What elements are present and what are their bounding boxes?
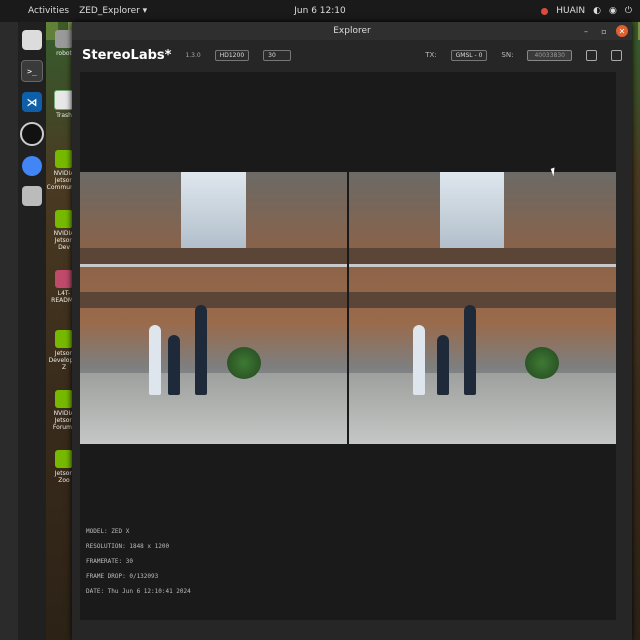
stereo-view	[80, 172, 616, 444]
top-bar: Activities ZED_Explorer ▾ Jun 6 12:10 HU…	[0, 0, 640, 22]
nvidia-icon	[55, 390, 73, 408]
dock: >_ ⋊	[18, 22, 46, 640]
home-folder-icon	[55, 30, 73, 48]
network-icon[interactable]: ◐	[593, 6, 601, 16]
person	[413, 325, 426, 396]
chromium-icon[interactable]	[22, 156, 42, 176]
files-icon[interactable]	[22, 30, 42, 50]
resolution-select[interactable]: HD1200	[214, 49, 250, 61]
camera-info: MODEL: ZED X RESOLUTION: 1848 x 1200 FRA…	[86, 524, 191, 599]
maximize-icon[interactable]: ▫	[598, 25, 610, 37]
person	[194, 305, 207, 396]
brand-logo: StereoLabs*	[82, 47, 172, 63]
vscode-icon[interactable]: ⋊	[22, 92, 42, 112]
left-camera-image	[80, 172, 347, 444]
sn-label: SN:	[501, 51, 514, 59]
app-menu[interactable]: ZED_Explorer ▾	[79, 6, 147, 16]
nvidia-icon	[55, 450, 73, 468]
volume-icon[interactable]: ◉	[609, 6, 617, 16]
window-titlebar[interactable]: Explorer – ▫ ✕	[72, 22, 632, 40]
terminal-icon[interactable]: >_	[21, 60, 43, 82]
close-icon[interactable]: ✕	[616, 25, 628, 37]
atrium-skylight	[439, 172, 504, 254]
disk-icon[interactable]	[22, 186, 42, 206]
info-date: DATE: Thu Jun 6 12:10:41 2024	[86, 588, 191, 595]
minimize-icon[interactable]: –	[580, 25, 592, 37]
plant	[226, 346, 261, 379]
obs-icon[interactable]	[20, 122, 44, 146]
info-resolution: RESOLUTION: 1848 x 1200	[86, 543, 170, 550]
video-viewport: MODEL: ZED X RESOLUTION: 1848 x 1200 FRA…	[80, 72, 616, 620]
settings-icon[interactable]	[611, 49, 622, 61]
toolbar: StereoLabs* 1.3.0 HD1200 30 TX: GMSL - 0…	[72, 40, 632, 70]
person	[437, 335, 450, 396]
nvidia-icon	[55, 330, 73, 348]
person	[149, 325, 162, 396]
folder-icon	[55, 270, 73, 288]
info-framerate: FRAMERATE: 30	[86, 558, 133, 565]
person	[168, 335, 181, 396]
atrium-skylight	[181, 172, 246, 254]
right-camera-image	[349, 172, 616, 444]
nvidia-icon	[55, 150, 73, 168]
fps-select[interactable]: 30	[263, 49, 292, 61]
power-icon[interactable]: ⏻	[625, 6, 632, 16]
record-indicator-icon[interactable]	[541, 7, 549, 15]
clock[interactable]: Jun 6 12:10	[294, 6, 345, 16]
activities-button[interactable]: Activities	[28, 6, 69, 16]
window-title: Explorer	[333, 26, 371, 36]
person	[463, 305, 476, 396]
trash-icon	[54, 90, 74, 110]
explorer-window: Explorer – ▫ ✕ StereoLabs* 1.3.0 HD1200 …	[72, 22, 632, 640]
tx-label: TX:	[425, 51, 437, 59]
record-icon[interactable]	[586, 49, 597, 61]
nvidia-icon	[55, 210, 73, 228]
info-frame-drop: FRAME DROP: 0/132093	[86, 573, 159, 580]
version-label: 1.3.0	[185, 51, 201, 59]
info-model: MODEL: ZED X	[86, 528, 130, 535]
sn-field[interactable]: 40033830	[527, 49, 572, 61]
tx-select[interactable]: GMSL - 0	[450, 49, 488, 61]
plant	[525, 346, 560, 379]
keyboard-indicator[interactable]: HUAIN	[556, 6, 585, 16]
